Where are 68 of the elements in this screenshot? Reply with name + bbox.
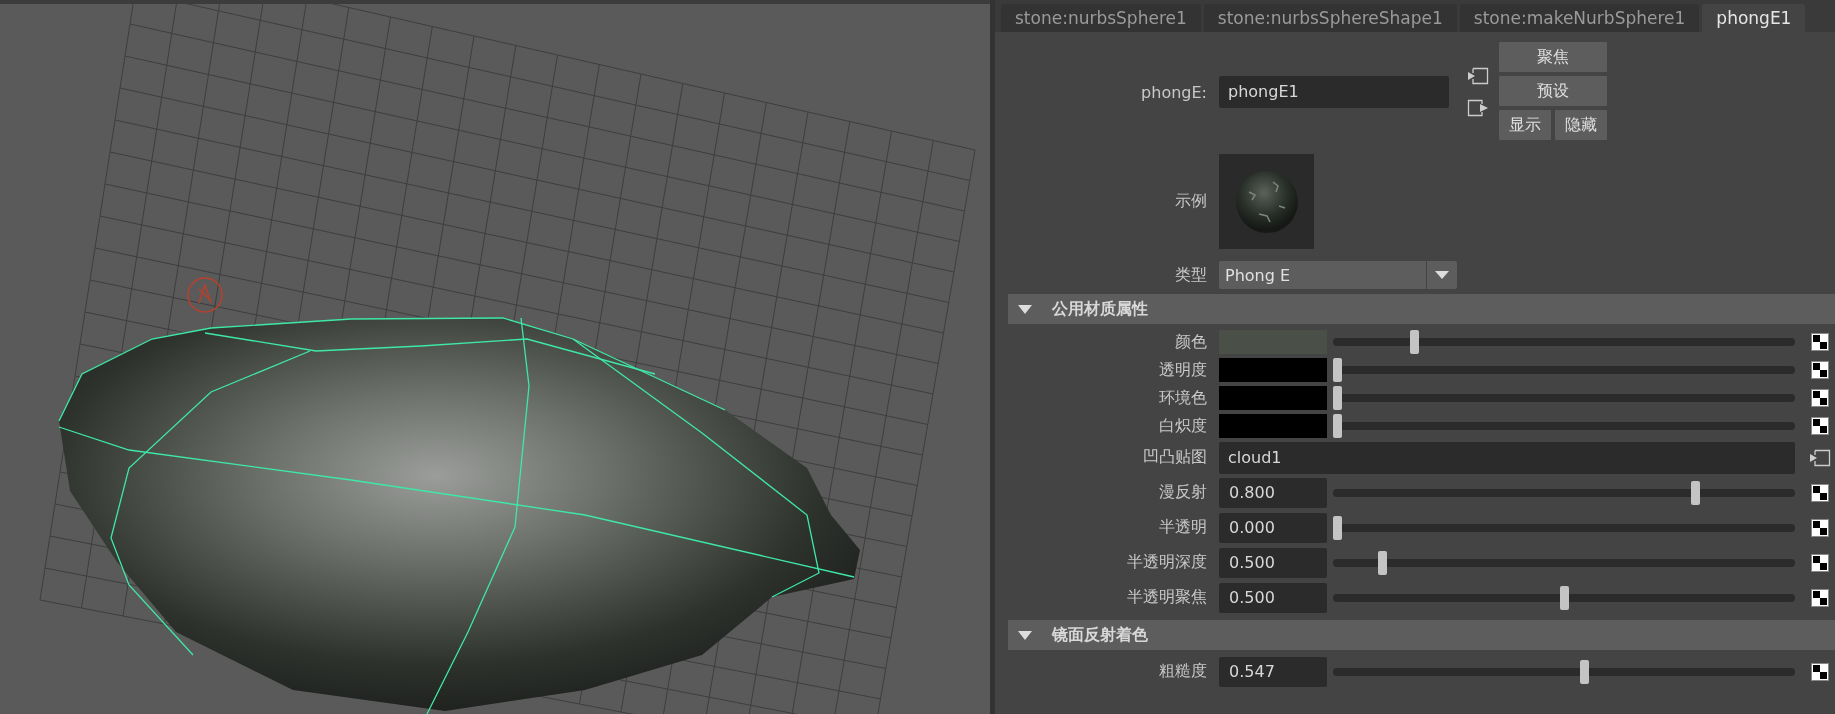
arrow-out-box-icon[interactable] <box>1467 99 1489 117</box>
slider-thumb[interactable] <box>1333 515 1342 540</box>
checker-icon[interactable] <box>1811 361 1829 379</box>
checker-icon[interactable] <box>1811 417 1829 435</box>
color-swatch[interactable] <box>1219 414 1327 438</box>
slider-thumb[interactable] <box>1333 386 1342 410</box>
color-swatch[interactable] <box>1219 386 1327 410</box>
arrow-into-box-icon[interactable] <box>1809 448 1831 467</box>
number-field[interactable]: 0.547 <box>1219 656 1327 687</box>
attribute-label: 半透明深度 <box>1126 552 1207 573</box>
section-title: 镜面反射着色 <box>1052 624 1148 646</box>
tab[interactable]: phongE1 <box>1702 4 1806 32</box>
checker-icon[interactable] <box>1811 389 1829 407</box>
caret-icon <box>1435 271 1449 279</box>
slider-thumb[interactable] <box>1378 550 1388 575</box>
section-header[interactable]: 公用材质属性 <box>1008 294 1835 324</box>
arrow-into-box-icon[interactable] <box>1467 67 1489 85</box>
type-dropdown[interactable]: Phong E <box>1219 261 1457 289</box>
attribute-label: 凹凸贴图 <box>1142 447 1207 468</box>
slider-thumb[interactable] <box>1579 659 1589 684</box>
field-label: 示例 <box>1174 191 1207 212</box>
attribute-label: 环境色 <box>1158 387 1207 409</box>
attribute-label: 透明度 <box>1158 359 1207 381</box>
section-title: 公用材质属性 <box>1052 298 1148 320</box>
attribute-label: 白炽度 <box>1158 415 1207 437</box>
attribute-label: 半透明 <box>1158 517 1207 538</box>
slider[interactable] <box>1333 585 1795 610</box>
slider-thumb[interactable] <box>1333 414 1342 438</box>
section-header[interactable]: 镜面反射着色 <box>1008 620 1835 650</box>
slider-thumb[interactable] <box>1690 480 1700 505</box>
name-field[interactable]: phongE1 <box>1219 76 1449 108</box>
slider[interactable] <box>1333 386 1795 410</box>
number-field[interactable]: 0.800 <box>1219 477 1327 508</box>
slider[interactable] <box>1333 550 1795 575</box>
slider[interactable] <box>1333 330 1795 354</box>
number-field[interactable]: 0.500 <box>1219 547 1327 578</box>
checker-icon[interactable] <box>1811 333 1829 351</box>
tab[interactable]: stone:nurbsSphere1 <box>1001 4 1201 32</box>
slider[interactable] <box>1333 414 1795 438</box>
toolbar-button[interactable]: 显示 <box>1499 110 1551 140</box>
color-swatch[interactable] <box>1219 358 1327 382</box>
map-field[interactable]: cloud1 <box>1219 441 1795 474</box>
number-field[interactable]: 0.500 <box>1219 582 1327 613</box>
slider[interactable] <box>1333 480 1795 505</box>
field-label: 类型 <box>1174 264 1207 286</box>
attribute-label: 半透明聚焦 <box>1126 587 1207 608</box>
checker-icon[interactable] <box>1811 518 1829 537</box>
slider-thumb[interactable] <box>1559 585 1569 610</box>
number-field[interactable]: 0.000 <box>1219 512 1327 543</box>
attribute-label: 粗糙度 <box>1158 661 1207 682</box>
slider[interactable] <box>1333 659 1795 684</box>
checker-icon[interactable] <box>1811 553 1829 572</box>
rock-model-drawing[interactable] <box>58 317 860 714</box>
tab[interactable]: stone:makeNurbSphere1 <box>1459 4 1700 32</box>
toolbar-button[interactable]: 预设 <box>1499 76 1607 106</box>
tab[interactable]: stone:nurbsSphereShape1 <box>1203 4 1457 32</box>
slider-thumb[interactable] <box>1333 358 1342 382</box>
checker-icon[interactable] <box>1811 483 1829 502</box>
toolbar-button[interactable]: 聚焦 <box>1499 42 1607 72</box>
attribute-label: 颜色 <box>1174 331 1207 353</box>
field-label: phongE: <box>1140 82 1207 102</box>
toolbar-button[interactable]: 隐藏 <box>1555 110 1607 140</box>
slider[interactable] <box>1333 515 1795 540</box>
slider[interactable] <box>1333 358 1795 382</box>
slider-thumb[interactable] <box>1410 330 1419 354</box>
attribute-label: 漫反射 <box>1158 482 1207 503</box>
checker-icon[interactable] <box>1811 662 1829 681</box>
checker-icon[interactable] <box>1811 588 1829 607</box>
